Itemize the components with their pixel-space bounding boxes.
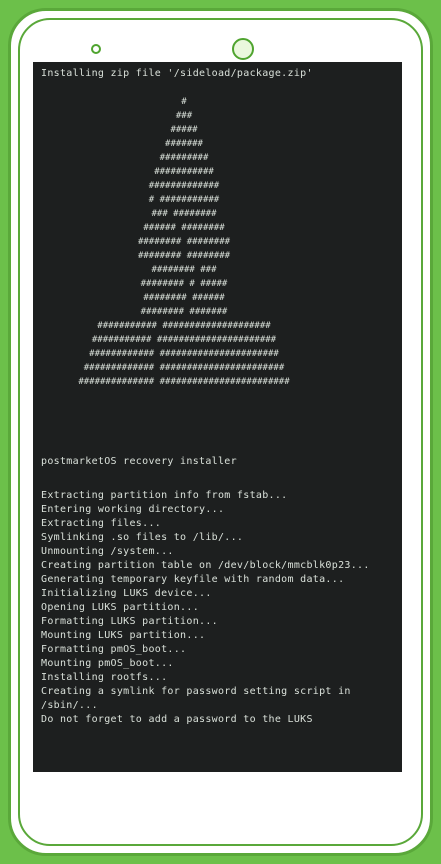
log-line: Entering working directory... <box>41 504 225 515</box>
installer-title: postmarketOS recovery installer <box>41 456 237 467</box>
log-line: Formatting LUKS partition... <box>41 616 218 627</box>
svg-text:# ###########: # ########### <box>149 195 220 205</box>
log-line: Mounting LUKS partition... <box>41 630 206 641</box>
svg-text:#: # <box>181 97 187 107</box>
log-line: Creating a symlink for password setting … <box>41 686 351 697</box>
svg-text:###########: ########### <box>154 167 214 177</box>
svg-text:######## #####: ######## ###### <box>143 293 225 303</box>
svg-text:############# ###############: ############# ####################### <box>84 363 285 373</box>
svg-text:#########: ######### <box>160 153 209 163</box>
svg-text:#######: ####### <box>165 139 204 149</box>
speaker-icon <box>91 44 101 54</box>
log-line: Unmounting /system... <box>41 546 174 557</box>
svg-text:### ########: ### ######## <box>151 209 217 219</box>
log-line: Extracting partition info from fstab... <box>41 490 288 501</box>
svg-text:######## ########: ######## ######## <box>138 237 231 247</box>
svg-text:############## ##############: ############## ######################## <box>78 377 290 387</box>
log-line: Generating temporary keyfile with random… <box>41 574 345 585</box>
log-line: Mounting pmOS_boot... <box>41 658 174 669</box>
svg-text:#####: ##### <box>170 125 198 135</box>
log-line: Opening LUKS partition... <box>41 602 200 613</box>
svg-text:######## ###: ######## ### <box>151 265 217 275</box>
log-line: Creating partition table on /dev/block/m… <box>41 560 370 571</box>
camera-icon <box>232 38 254 60</box>
svg-text:###: ### <box>176 111 193 121</box>
log-line: Symlinking .so files to /lib/... <box>41 532 244 543</box>
svg-text:######## ########: ######## ######## <box>138 251 231 261</box>
svg-text:############ ################: ############ ###################### <box>89 349 279 359</box>
svg-text:#############: ############# <box>149 181 220 191</box>
svg-text:###### ########: ###### ######## <box>143 223 225 233</box>
svg-text:######## # #####: ######## # ##### <box>141 279 228 289</box>
log-line: /sbin/... <box>41 700 98 711</box>
log-line: Initializing LUKS device... <box>41 588 212 599</box>
svg-text:######## ###: ######## ####### <box>141 307 228 317</box>
terminal-screen: Installing zip file '/sideload/package.z… <box>33 62 402 772</box>
log-line: Formatting pmOS_boot... <box>41 644 187 655</box>
log-line: Installing rootfs... <box>41 672 168 683</box>
log-line: Extracting files... <box>41 518 162 529</box>
svg-text:########### #################: ########### ###################### <box>92 335 277 345</box>
log-line: Do not forget to add a password to the L… <box>41 714 313 725</box>
svg-text:########### #################: ########### #################### <box>97 321 271 331</box>
postmarketos-logo: # ### ##### ####### ######### ##########… <box>33 62 402 442</box>
